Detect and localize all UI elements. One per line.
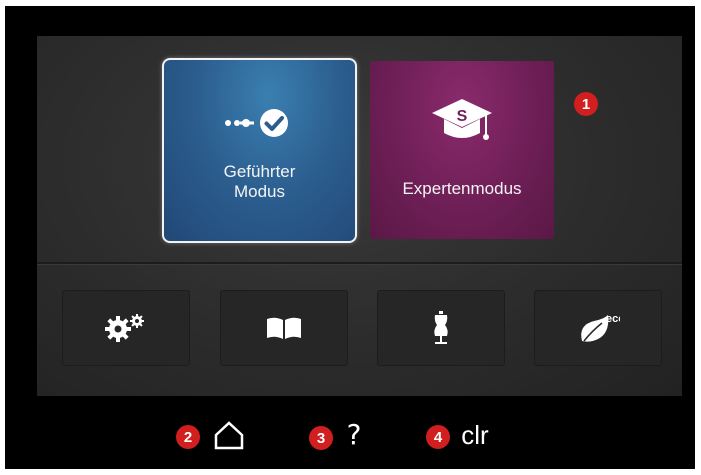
eco-mode-button[interactable]: eco: [534, 290, 662, 366]
eco-label: eco: [606, 313, 620, 325]
callout-4: 4: [426, 425, 450, 449]
callout-1: 1: [574, 92, 598, 116]
divider: [37, 262, 682, 265]
help-button[interactable]: ?: [341, 418, 367, 452]
guided-mode-label: Geführter Modus: [223, 162, 296, 201]
expert-mode-label: Expertenmodus: [402, 179, 522, 198]
eco-leaf-icon: eco: [581, 313, 620, 342]
sewing-consultant-button[interactable]: [377, 290, 505, 366]
expert-mode-button[interactable]: S Expertenmodus: [370, 61, 554, 239]
clear-button[interactable]: clr: [452, 418, 498, 452]
gears-icon: [105, 314, 144, 342]
svg-text:S: S: [457, 108, 468, 125]
open-book-icon: [267, 317, 301, 339]
graduation-cap-icon: S: [432, 99, 492, 140]
tutorial-button[interactable]: [220, 290, 348, 366]
callout-3: 3: [309, 426, 333, 450]
settings-button[interactable]: [62, 290, 190, 366]
sewing-machine-display: Geführter Modus S Expertenmodus 1 ec 2 3…: [5, 6, 695, 469]
callout-2: 2: [176, 425, 200, 449]
guided-mode-button[interactable]: Geführter Modus: [162, 58, 357, 243]
home-screen: Geführter Modus S Expertenmodus 1 ec: [37, 36, 682, 396]
guided-steps-check-icon: [224, 109, 288, 137]
home-icon: [214, 421, 244, 450]
dress-form-icon: [434, 311, 448, 344]
home-button[interactable]: [212, 418, 246, 452]
